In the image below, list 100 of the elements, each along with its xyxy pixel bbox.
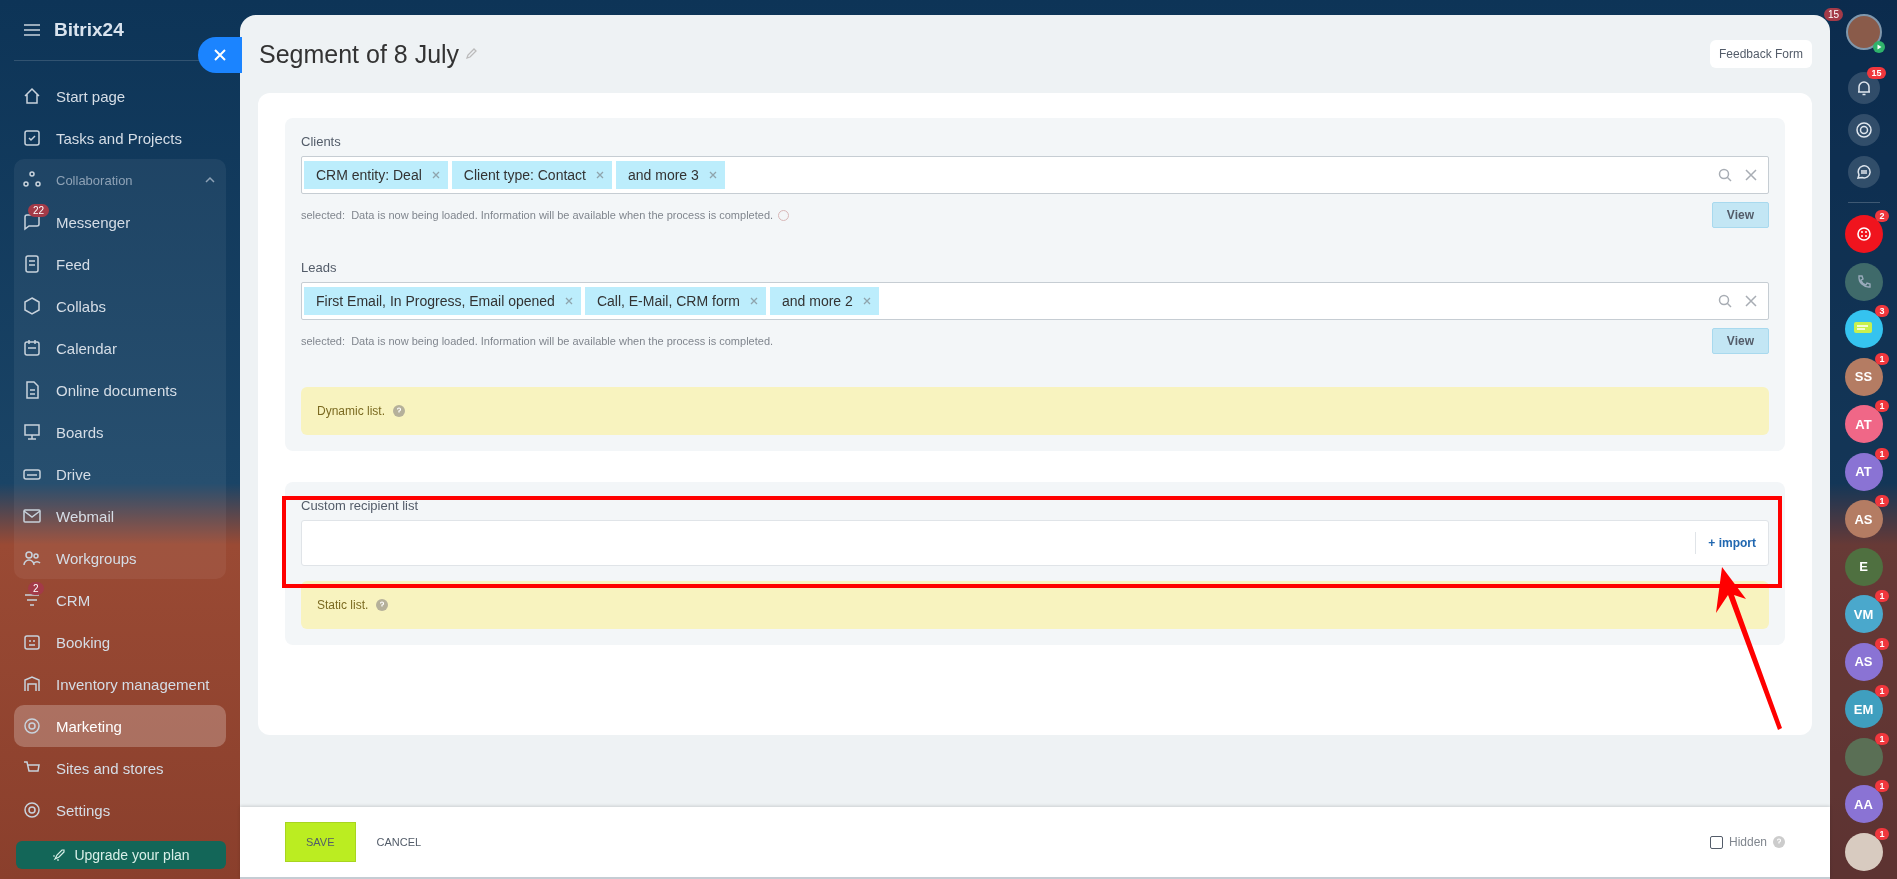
sidebar-item[interactable]: Drive (14, 453, 226, 495)
menu-icon[interactable] (24, 24, 40, 36)
rail-button[interactable] (1847, 156, 1880, 188)
filter-tag[interactable]: First Email, In Progress, Email opened (304, 287, 581, 315)
menu-item-icon (22, 296, 42, 316)
status-text: selected: Data is now being loaded. Information will be available when the process is completed. (301, 335, 774, 347)
status-text: selected: Data is now being loaded. Information will be available when the process is completed. (301, 209, 774, 221)
menu-item-icon (22, 212, 42, 232)
menu-item-icon (22, 86, 42, 106)
app-avatar[interactable] (1844, 262, 1883, 301)
count-badge: 1 (1875, 637, 1889, 650)
count-badge: 1 (1875, 447, 1889, 460)
logo: Bitrix24 (54, 19, 124, 41)
count-badge: 15 (1824, 8, 1844, 21)
help-icon[interactable] (1773, 836, 1785, 848)
save-button[interactable]: SAVE (285, 822, 356, 862)
close-button[interactable] (198, 37, 242, 73)
view-button[interactable]: View (1711, 202, 1769, 228)
field-label: Leads (301, 260, 338, 275)
recipient-field[interactable]: + import (301, 520, 1769, 566)
view-button[interactable]: View (1711, 328, 1769, 354)
avatar-initials: AA (1854, 796, 1873, 812)
app-avatar[interactable] (1844, 310, 1883, 348)
count-badge: 1 (1875, 732, 1889, 745)
count-badge: 22 (28, 204, 50, 217)
upgrade-button[interactable]: Upgrade your plan (16, 841, 226, 869)
sidebar-item[interactable]: 2 CRM (14, 579, 226, 621)
filter-tag[interactable]: CRM entity: Deal (304, 161, 448, 189)
photo-placeholder[interactable] (1844, 832, 1883, 871)
count-badge: 1 (1875, 590, 1889, 602)
filter-tag[interactable]: Call, E-Mail, CRM form (584, 287, 766, 315)
sidebar-item[interactable]: Sites and stores (14, 747, 226, 789)
chat-icon (1854, 163, 1873, 181)
sidebar-item[interactable]: Calendar (14, 327, 226, 369)
remove-icon[interactable] (564, 297, 573, 305)
menu-item-icon (22, 674, 42, 694)
avatar-initials: AS (1854, 511, 1873, 527)
notifications-button[interactable] (1847, 72, 1880, 104)
field-label: Clients (301, 134, 342, 149)
sidebar-item[interactable]: Collabs (14, 285, 226, 327)
sidebar-item[interactable]: Booking (14, 621, 226, 663)
menu-item-icon (22, 338, 42, 358)
target-icon (1854, 121, 1873, 139)
sidebar-item[interactable]: Boards (14, 411, 226, 453)
remove-icon[interactable] (862, 297, 871, 305)
sidebar-item[interactable]: Workgroups (14, 537, 226, 579)
menu-item-icon (22, 548, 42, 568)
contact-avatar[interactable]: E (1844, 547, 1883, 586)
sidebar-item[interactable]: Settings (14, 789, 226, 831)
page-title: Segment of 8 July (259, 39, 460, 69)
count-badge: 15 (1867, 67, 1886, 79)
play-icon (1872, 41, 1885, 53)
remove-icon[interactable] (750, 297, 758, 305)
sidebar-item[interactable]: Marketing (14, 705, 226, 747)
menu-item-icon (22, 506, 42, 526)
count-badge: 1 (1875, 685, 1889, 697)
menu-item-icon (22, 128, 42, 148)
filter-tag[interactable]: and more 3 (616, 161, 725, 189)
help-icon[interactable] (376, 599, 389, 611)
cancel-button[interactable]: CANCEL (370, 835, 428, 849)
sidebar-item[interactable]: 22 Messenger (14, 201, 226, 243)
rail-button[interactable] (1847, 114, 1880, 146)
count-badge: 1 (1875, 780, 1889, 792)
remove-icon[interactable] (596, 171, 604, 179)
close-icon[interactable] (1744, 294, 1758, 308)
count-badge: 1 (1875, 827, 1889, 840)
remove-icon[interactable] (431, 171, 440, 179)
count-badge: 1 (1875, 400, 1889, 412)
search-icon[interactable] (1718, 294, 1732, 308)
search-icon[interactable] (1718, 168, 1732, 182)
import-link[interactable]: + import (1696, 536, 1768, 550)
feedback-button[interactable]: Feedback Form (1709, 40, 1812, 68)
close-icon (213, 48, 227, 62)
checkbox[interactable] (1709, 835, 1723, 849)
avatar-initials: EM (1853, 701, 1874, 717)
pencil-icon[interactable] (465, 48, 478, 60)
avatar-initials: AS (1854, 654, 1873, 669)
count-badge: 2 (28, 582, 44, 595)
sidebar-item[interactable]: Online documents (14, 369, 226, 411)
menu-item-icon (22, 632, 42, 652)
avatar[interactable] (1845, 14, 1882, 50)
filter-field[interactable]: CRM entity: Deal Client type: Contact and more 3 (301, 156, 1769, 194)
close-icon[interactable] (1744, 168, 1758, 182)
sidebar-item[interactable]: Tasks and Projects (14, 117, 226, 159)
sidebar-item[interactable]: Start page (14, 75, 226, 117)
note-text: Dynamic list. (317, 404, 385, 418)
remove-icon[interactable] (708, 171, 717, 179)
filter-tag[interactable]: Client type: Contact (451, 161, 612, 189)
count-badge: 1 (1875, 495, 1889, 507)
sidebar-item[interactable]: Webmail (14, 495, 226, 537)
sidebar-item[interactable]: Inventory management (14, 663, 226, 705)
app-avatar[interactable] (1844, 215, 1883, 253)
group-header[interactable]: Collaboration (14, 159, 226, 201)
sidebar-item[interactable]: Feed (14, 243, 226, 285)
note-text: Static list. (317, 598, 369, 612)
checkbox-label: Hidden (1728, 835, 1767, 849)
help-icon[interactable] (393, 405, 405, 417)
filter-tag[interactable]: and more 2 (770, 287, 879, 315)
menu-item-icon (22, 254, 42, 274)
filter-field[interactable]: First Email, In Progress, Email opened Call, E-Mail, CRM form and more 2 (301, 282, 1769, 320)
